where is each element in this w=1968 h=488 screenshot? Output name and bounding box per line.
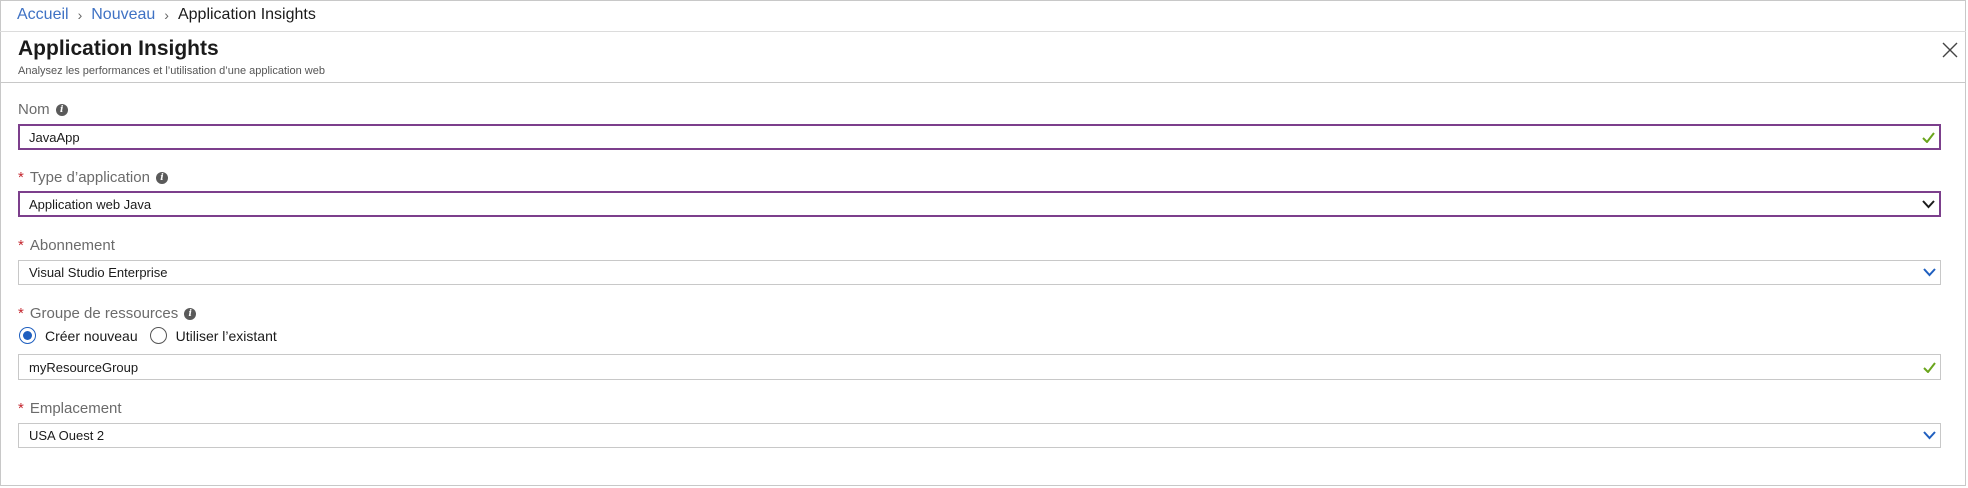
resource-group-label-row: * Groupe de ressources i [18, 305, 197, 322]
app-type-select-value: Application web Java [29, 196, 152, 212]
radio-use-existing-label: Utiliser l’existant [175, 327, 277, 344]
chevron-right-icon: › [77, 7, 83, 23]
radio-create-new[interactable]: Créer nouveau [19, 327, 138, 344]
divider [0, 82, 1966, 83]
radio-create-new-label: Créer nouveau [45, 327, 138, 344]
close-button[interactable] [1938, 38, 1962, 62]
info-icon[interactable]: i [55, 103, 68, 116]
app-type-label: Type d’application [29, 169, 150, 186]
location-label: Emplacement [29, 400, 122, 417]
name-label-row: Nom i [18, 101, 68, 118]
location-select[interactable]: USA Ouest 2 [18, 423, 1941, 448]
resource-group-input[interactable]: myResourceGroup [18, 354, 1941, 380]
page-title: Application Insights [18, 37, 219, 60]
check-icon [1917, 131, 1939, 143]
required-marker: * [18, 237, 24, 254]
name-label: Nom [18, 101, 50, 118]
radio-checked-icon [19, 327, 36, 344]
chevron-down-icon [1918, 431, 1940, 440]
breadcrumb-link-home[interactable]: Accueil [17, 6, 69, 24]
divider [0, 31, 1966, 32]
name-input[interactable]: JavaApp [18, 124, 1941, 150]
resource-group-label: Groupe de ressources [29, 305, 179, 322]
required-marker: * [18, 400, 24, 417]
resource-group-input-value: myResourceGroup [29, 359, 139, 375]
name-input-value: JavaApp [29, 129, 80, 145]
subscription-select[interactable]: Visual Studio Enterprise [18, 260, 1941, 285]
check-icon [1918, 361, 1940, 373]
subscription-label: Abonnement [29, 237, 115, 254]
info-icon[interactable]: i [155, 171, 168, 184]
breadcrumb: Accueil › Nouveau › Application Insights [17, 4, 316, 26]
page-subtitle: Analysez les performances et l’utilisati… [18, 65, 325, 77]
required-marker: * [18, 305, 24, 322]
chevron-right-icon: › [164, 7, 169, 23]
close-icon [1942, 42, 1958, 58]
radio-use-existing[interactable]: Utiliser l’existant [149, 327, 277, 344]
subscription-select-value: Visual Studio Enterprise [29, 265, 168, 280]
chevron-down-icon [1917, 199, 1939, 209]
location-select-value: USA Ouest 2 [29, 428, 105, 443]
info-icon[interactable]: i [184, 307, 197, 320]
breadcrumb-current: Application Insights [177, 6, 316, 23]
app-type-select[interactable]: Application web Java [18, 191, 1941, 217]
required-marker: * [18, 169, 24, 186]
app-type-label-row: * Type d’application i [18, 169, 168, 186]
chevron-down-icon [1918, 268, 1940, 277]
subscription-label-row: * Abonnement [18, 237, 115, 254]
location-label-row: * Emplacement [18, 400, 122, 417]
radio-unchecked-icon [149, 327, 167, 344]
resource-group-radio-group: Créer nouveau Utiliser l’existant [19, 327, 289, 344]
breadcrumb-link-new[interactable]: Nouveau [91, 6, 155, 24]
